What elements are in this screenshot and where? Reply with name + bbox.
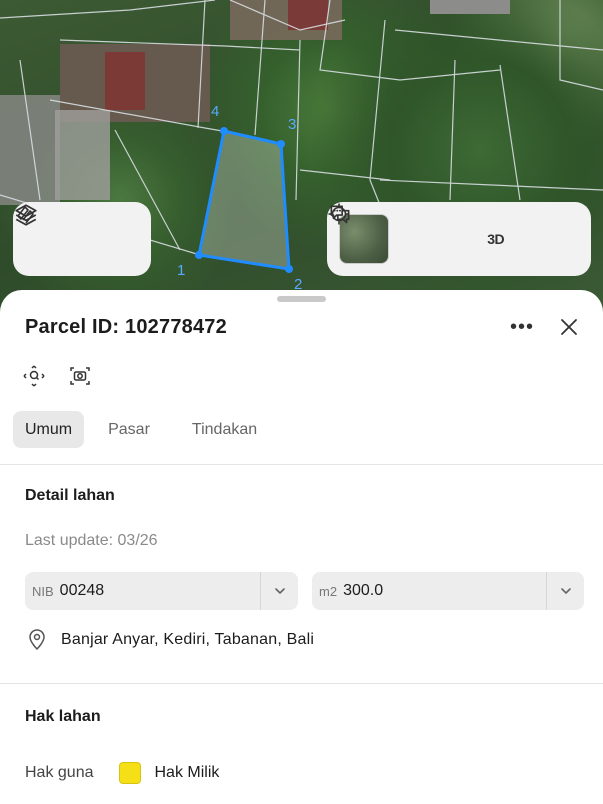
- area-value: 300.0: [343, 582, 384, 599]
- chevron-down-icon[interactable]: [260, 572, 298, 610]
- tab-tindakan[interactable]: Tindakan: [180, 411, 269, 448]
- chat-icon: [330, 205, 350, 224]
- locate-button[interactable]: [328, 203, 452, 259]
- feedback-button[interactable]: [330, 205, 579, 259]
- title-actions: •••: [510, 317, 578, 337]
- tab-pasar[interactable]: Pasar: [96, 411, 162, 448]
- parcel-detail-sheet: Parcel ID: 102778472 ••• Umum Pasar Tind…: [0, 290, 603, 804]
- divider: [0, 464, 603, 465]
- more-icon[interactable]: •••: [510, 317, 534, 337]
- layers-button[interactable]: [15, 204, 75, 259]
- land-right-value: Hak Milik: [154, 764, 220, 781]
- vertex-label-3: 3: [288, 116, 297, 133]
- chevron-down-icon[interactable]: [546, 572, 584, 610]
- land-right-color-swatch: [118, 762, 141, 784]
- land-right-row: Hak guna Hak Milik: [25, 762, 219, 784]
- parcel-title: Parcel ID: 102778472: [25, 315, 227, 338]
- location-pin-icon: [29, 629, 45, 651]
- vertex-label-4: 4: [211, 103, 220, 120]
- section-title-rights: Hak lahan: [25, 708, 101, 725]
- map-view[interactable]: 1 2 3 4 3D: [0, 0, 603, 320]
- map-controls-left: [13, 202, 151, 276]
- close-icon[interactable]: [560, 318, 578, 336]
- view-3d-label: 3D: [487, 231, 505, 247]
- last-update-text: Last update: 03/26: [25, 532, 158, 549]
- address-text: Banjar Anyar, Kediri, Tabanan, Bali: [61, 631, 315, 648]
- measure-button[interactable]: [17, 206, 130, 259]
- tab-umum[interactable]: Umum: [13, 411, 85, 448]
- title-row: Parcel ID: 102778472 •••: [25, 314, 578, 340]
- tab-bar: Umum Pasar Tindakan: [13, 411, 269, 448]
- nib-label: NIB: [32, 583, 54, 599]
- area-unit-label: m2: [319, 583, 338, 599]
- nib-value: 00248: [59, 582, 105, 599]
- view-3d-button[interactable]: 3D: [476, 219, 516, 259]
- zoom-to-parcel-button[interactable]: [22, 364, 46, 388]
- measure-icon: [17, 206, 34, 224]
- map-controls-right: 3D: [327, 202, 591, 276]
- screenshot-button[interactable]: [68, 364, 92, 388]
- nib-select[interactable]: NIB 00248: [25, 572, 298, 610]
- vertex-label-1: 1: [177, 262, 186, 279]
- land-right-label: Hak guna: [25, 764, 94, 781]
- address-row: Banjar Anyar, Kediri, Tabanan, Bali: [27, 629, 314, 651]
- area-select[interactable]: m2 300.0: [312, 572, 584, 610]
- camera-icon: [70, 367, 90, 385]
- parcel-tools: [22, 364, 92, 388]
- divider: [0, 683, 603, 684]
- zoom-to-fit-icon: [23, 365, 45, 387]
- drag-handle[interactable]: [277, 296, 326, 302]
- section-title-detail: Detail lahan: [25, 487, 115, 504]
